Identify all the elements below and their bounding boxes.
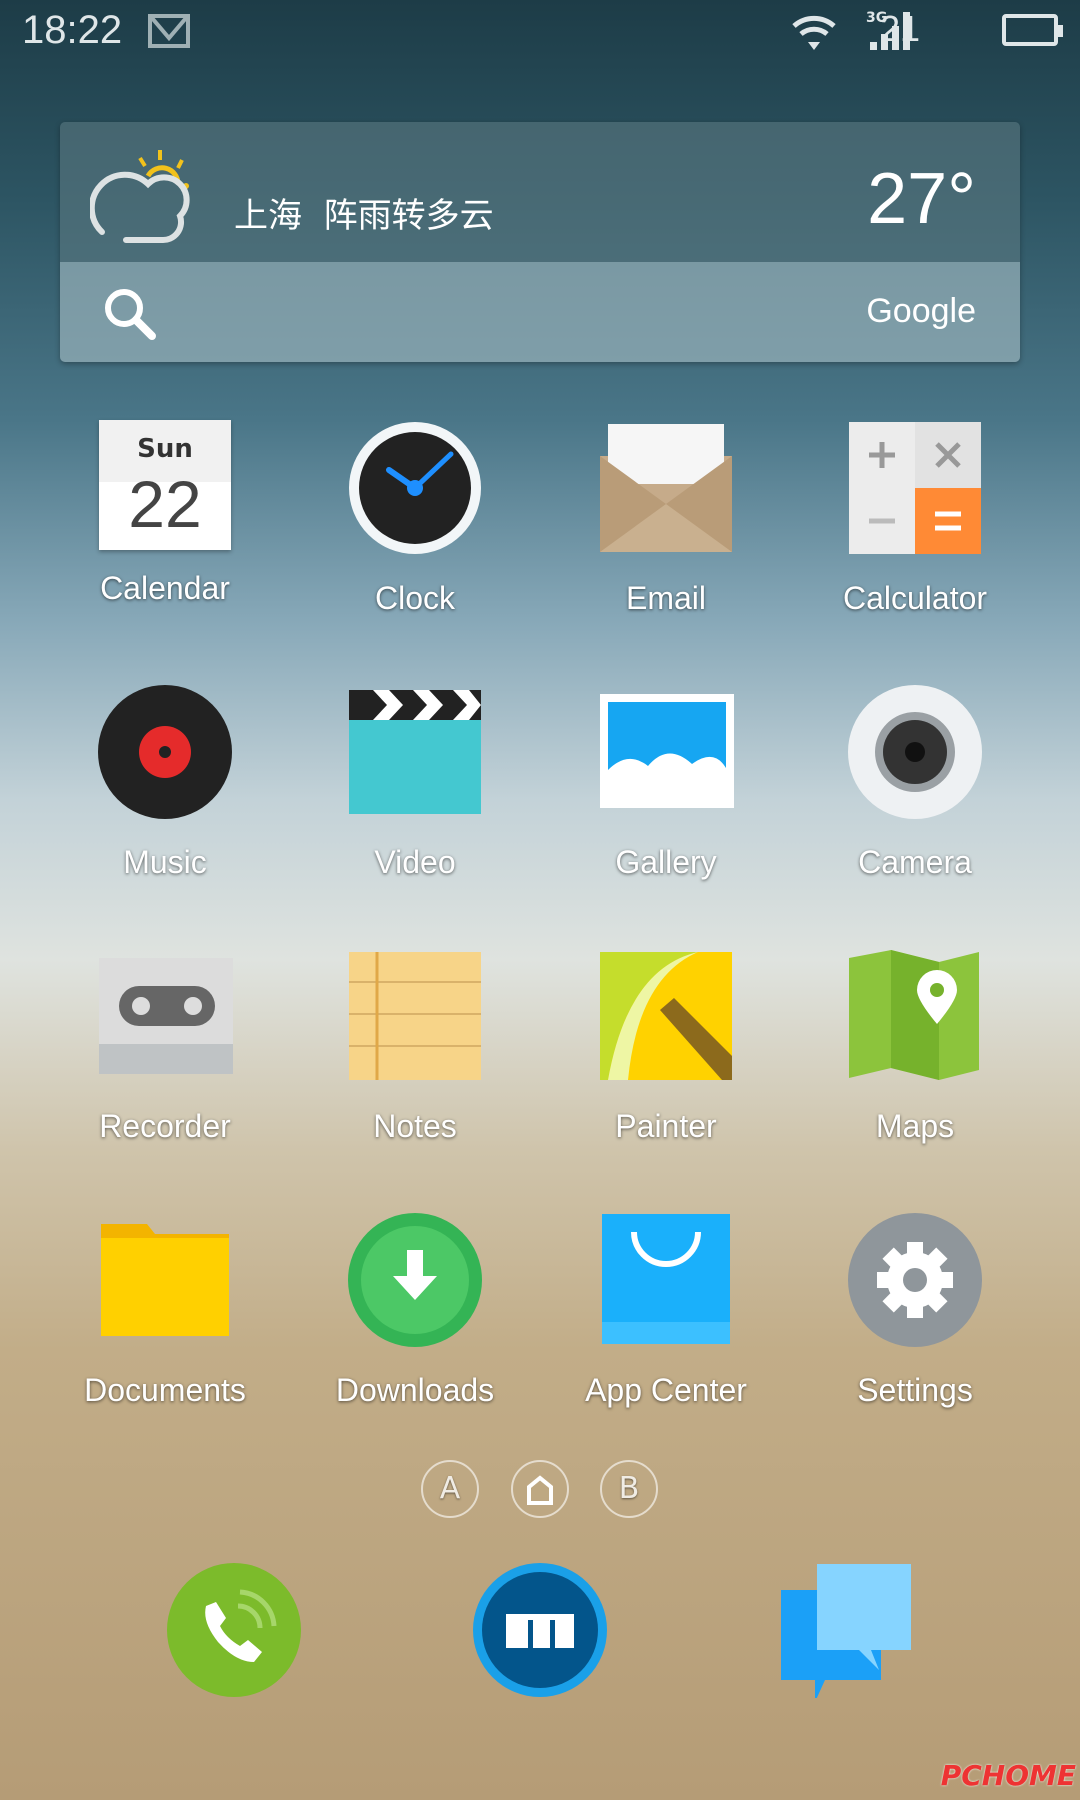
wifi-icon xyxy=(792,15,836,50)
mail-icon xyxy=(148,14,190,48)
app-label: Notes xyxy=(373,1108,457,1144)
app-video[interactable]: Video xyxy=(290,684,540,881)
app-recorder[interactable]: Recorder xyxy=(40,948,290,1145)
clock-icon xyxy=(349,422,481,554)
app-gallery[interactable]: Gallery xyxy=(541,684,791,881)
app-app-center[interactable]: App Center xyxy=(541,1212,791,1409)
home-icon xyxy=(527,1475,553,1505)
weather-panel[interactable]: 上海 阵雨转多云 27° xyxy=(60,122,1020,262)
app-label: Maps xyxy=(875,1108,955,1144)
app-email[interactable]: Email xyxy=(541,420,791,617)
calendar-icon: Sun 22 xyxy=(99,420,231,550)
email-icon xyxy=(600,424,732,552)
app-documents[interactable]: Documents xyxy=(40,1212,290,1409)
dock-messages[interactable] xyxy=(777,1562,913,1698)
temperature: 27° xyxy=(867,159,976,239)
app-label: Email xyxy=(625,580,706,616)
clapperboard-icon xyxy=(349,690,481,814)
app-camera[interactable]: Camera xyxy=(790,684,1040,881)
app-label: Music xyxy=(123,844,207,880)
gallery-icon xyxy=(600,694,736,808)
dock-phone[interactable] xyxy=(166,1562,302,1698)
calendar-date: 22 xyxy=(128,467,202,541)
notepad-icon xyxy=(349,952,481,1080)
partly-cloudy-icon xyxy=(90,150,190,244)
search-icon xyxy=(105,289,156,340)
app-label: App Center xyxy=(585,1372,747,1408)
app-notes[interactable]: Notes xyxy=(290,948,540,1145)
gear-icon xyxy=(848,1213,982,1347)
page-indicator-a[interactable]: A xyxy=(421,1460,479,1518)
app-downloads[interactable]: Downloads xyxy=(290,1212,540,1409)
google-search-bar[interactable]: Google xyxy=(60,262,1020,362)
search-provider: Google xyxy=(866,292,976,330)
weather-condition: 阵雨转多云 xyxy=(323,196,494,236)
city-name: 上海 xyxy=(234,196,302,236)
status-bar: 18:22 3G 21 xyxy=(0,0,1080,62)
app-label: Painter xyxy=(615,1108,717,1144)
page-indicator-b[interactable]: B xyxy=(600,1460,658,1518)
pencil-icon xyxy=(600,952,732,1080)
battery-icon xyxy=(1002,14,1063,46)
battery-percent: 21 xyxy=(879,8,920,49)
vinyl-record-icon xyxy=(98,685,232,819)
app-label: Video xyxy=(374,844,456,880)
calculator-icon xyxy=(849,422,981,554)
app-label: Downloads xyxy=(335,1372,495,1408)
status-time: 18:22 xyxy=(22,8,123,52)
weather-location: 上海 阵雨转多云 xyxy=(234,188,494,237)
app-label: Clock xyxy=(374,580,455,616)
app-label: Calendar xyxy=(100,570,230,606)
app-calendar[interactable]: Sun 22 Calendar xyxy=(40,420,290,607)
app-settings[interactable]: Settings xyxy=(790,1212,1040,1409)
app-music[interactable]: Music xyxy=(40,684,290,881)
shopping-bag-icon xyxy=(602,1214,730,1344)
dock-browser[interactable] xyxy=(472,1562,608,1698)
map-icon xyxy=(849,950,979,1080)
camera-icon xyxy=(848,685,982,819)
weather-widget[interactable]: 上海 阵雨转多云 27° Google xyxy=(60,122,1020,362)
folder-icon xyxy=(101,1224,229,1336)
app-label: Documents xyxy=(84,1372,246,1408)
app-label: Settings xyxy=(857,1372,973,1408)
app-calculator[interactable]: Calculator xyxy=(790,420,1040,617)
app-label: Calculator xyxy=(842,580,988,616)
app-label: Gallery xyxy=(615,844,717,880)
download-icon xyxy=(348,1213,482,1347)
app-label: Camera xyxy=(858,844,972,880)
pchome-watermark: PCHOME xyxy=(940,1759,1076,1792)
app-clock[interactable]: Clock xyxy=(290,420,540,617)
page-indicator-home[interactable] xyxy=(511,1460,569,1518)
cassette-icon xyxy=(99,958,235,1074)
app-maps[interactable]: Maps xyxy=(790,948,1040,1145)
app-painter[interactable]: Painter xyxy=(541,948,791,1145)
app-label: Recorder xyxy=(99,1108,231,1144)
